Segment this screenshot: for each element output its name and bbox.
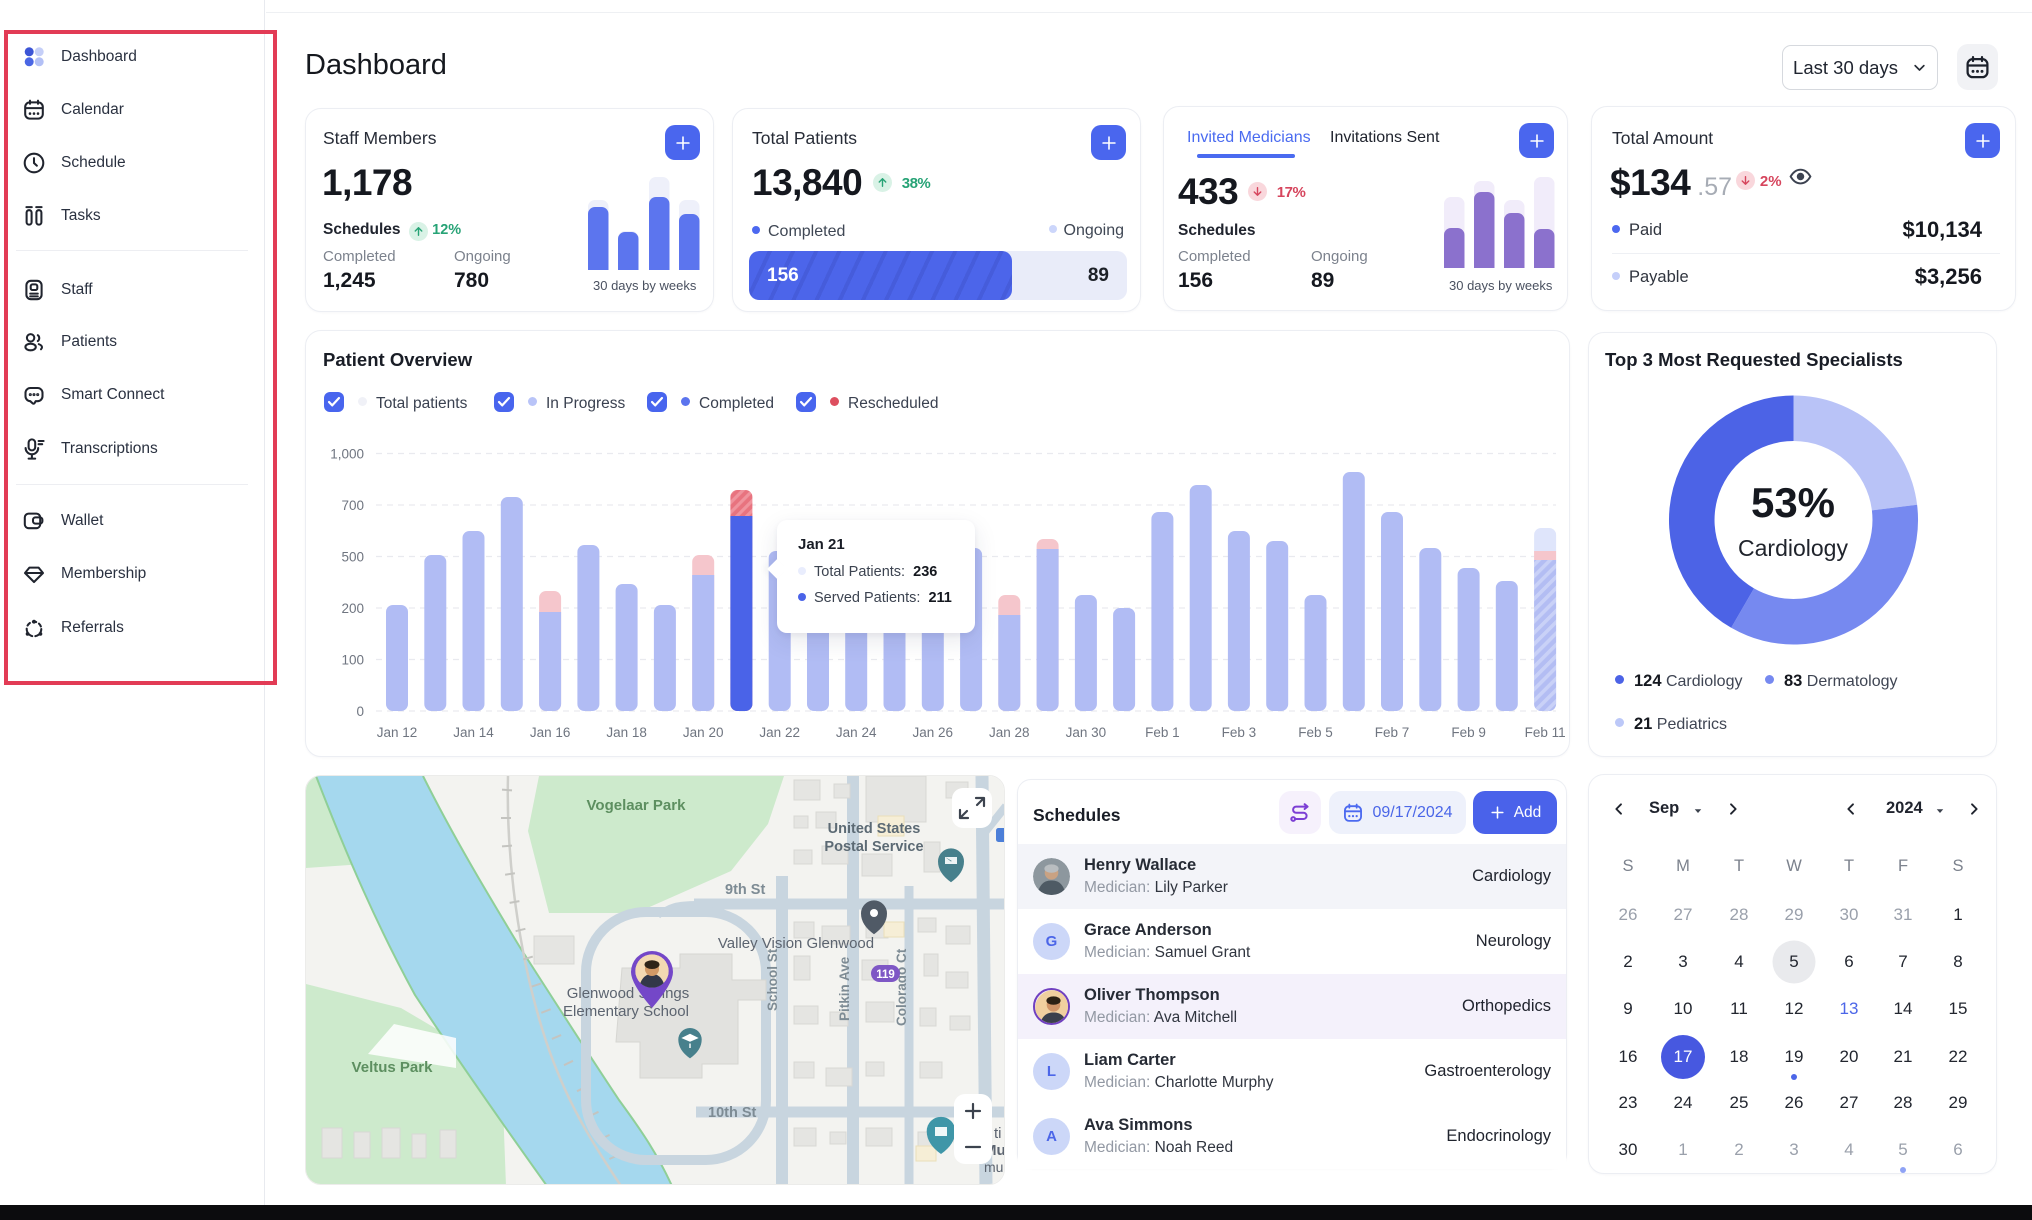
svg-text:Elementary School: Elementary School: [563, 1003, 689, 1020]
svg-text:Pitkin Ave: Pitkin Ave: [837, 956, 852, 1021]
svg-text:United States: United States: [828, 821, 921, 837]
svg-text:Jan 14: Jan 14: [453, 725, 494, 740]
svg-text:Glenwood Springs: Glenwood Springs: [567, 985, 690, 1002]
svg-text:Jan 24: Jan 24: [836, 725, 877, 740]
svg-text:Jan 16: Jan 16: [530, 725, 571, 740]
svg-text:Feb 1: Feb 1: [1145, 725, 1180, 740]
svg-text:ti: ti: [994, 1125, 1002, 1142]
svg-text:Jan 22: Jan 22: [759, 725, 800, 740]
svg-text:Jan 18: Jan 18: [606, 725, 647, 740]
svg-text:Feb 7: Feb 7: [1375, 725, 1410, 740]
svg-text:700: 700: [341, 498, 364, 513]
svg-text:Jan 26: Jan 26: [913, 725, 954, 740]
svg-text:Feb 3: Feb 3: [1222, 725, 1257, 740]
svg-text:1,000: 1,000: [330, 447, 364, 462]
svg-text:200: 200: [341, 601, 364, 616]
svg-text:Jan 30: Jan 30: [1066, 725, 1107, 740]
svg-text:500: 500: [341, 550, 364, 565]
svg-text:Jan 20: Jan 20: [683, 725, 724, 740]
svg-text:Feb 9: Feb 9: [1451, 725, 1486, 740]
svg-text:Jan 28: Jan 28: [989, 725, 1030, 740]
svg-text:Colorado Ct: Colorado Ct: [894, 948, 909, 1026]
svg-text:0: 0: [356, 704, 364, 719]
svg-text:Valley Vision Glenwood: Valley Vision Glenwood: [718, 935, 874, 952]
svg-text:119: 119: [876, 969, 895, 981]
svg-text:School St: School St: [765, 948, 780, 1011]
svg-text:100: 100: [341, 653, 364, 668]
svg-text:Feb 11: Feb 11: [1525, 725, 1566, 740]
svg-text:Feb 5: Feb 5: [1298, 725, 1333, 740]
svg-text:Jan 12: Jan 12: [377, 725, 418, 740]
svg-text:10th St: 10th St: [708, 1105, 757, 1121]
svg-text:Postal Service: Postal Service: [824, 839, 923, 855]
svg-text:9th St: 9th St: [725, 882, 765, 898]
svg-text:Veltus Park: Veltus Park: [352, 1059, 434, 1076]
svg-text:Vogelaar Park: Vogelaar Park: [587, 797, 687, 814]
